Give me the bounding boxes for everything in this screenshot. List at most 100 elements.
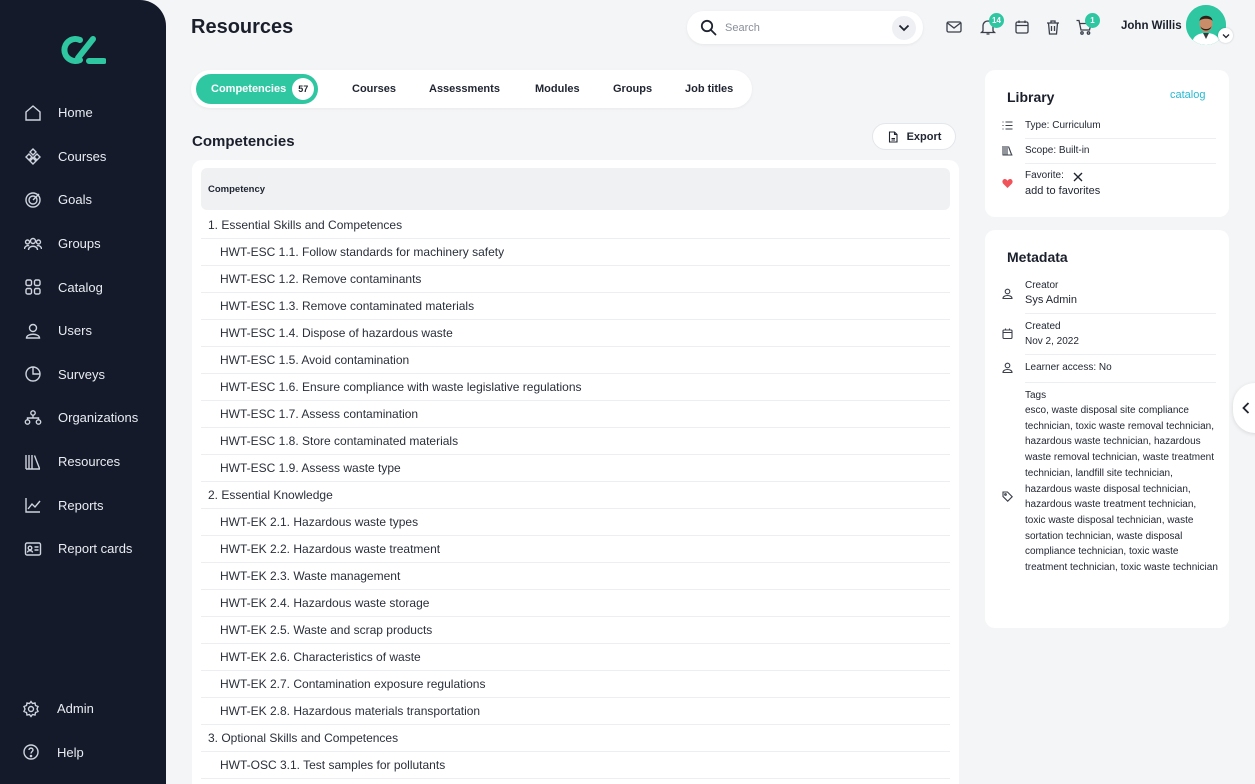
sidebar-item-surveys[interactable]: Surveys (0, 353, 166, 397)
table-row[interactable]: HWT-EK 2.1. Hazardous waste types (201, 509, 950, 536)
table-row[interactable]: HWT-ESC 1.8. Store contaminated material… (201, 428, 950, 455)
cart-badge: 1 (1085, 13, 1100, 28)
sidebar-item-courses[interactable]: Courses (0, 135, 166, 179)
table-row[interactable]: HWT-ESC 1.5. Avoid contamination (201, 347, 950, 374)
tab-label: Courses (352, 83, 397, 95)
library-type-row: Type: Curriculum (1002, 118, 1216, 138)
sidebar-item-label: Courses (58, 148, 107, 164)
sidebar-item-goals[interactable]: Goals (0, 178, 166, 222)
home-icon (25, 104, 41, 121)
sidebar-item-label: Admin (57, 701, 94, 717)
sidebar-item-label: Home (58, 105, 93, 121)
table-row[interactable]: HWT-EK 2.3. Waste management (201, 563, 950, 590)
mail-icon[interactable] (945, 18, 963, 36)
users-icon (25, 323, 41, 339)
table-row[interactable]: HWT-ESC 1.6. Ensure compliance with wast… (201, 374, 950, 401)
sidebar-item-resources[interactable]: Resources (0, 440, 166, 484)
trash-icon[interactable] (1044, 18, 1062, 36)
heart-icon (1002, 178, 1013, 188)
divider (1025, 138, 1216, 139)
competencies-table: Competency 1. Essential Skills and Compe… (192, 160, 959, 784)
table-group-row[interactable]: 1. Essential Skills and Competences (201, 212, 950, 239)
favorite-label: Favorite: (1025, 170, 1064, 181)
sidebar-item-home[interactable]: Home (0, 91, 166, 135)
surveys-icon (25, 366, 41, 383)
sidebar-item-admin[interactable]: Admin (0, 687, 166, 731)
sidebar-item-label: Goals (58, 192, 92, 208)
user-name[interactable]: John Willis (1121, 20, 1182, 32)
learner-access: Learner access: No (1025, 362, 1112, 373)
tag-icon (1002, 491, 1013, 502)
sidebar-item-label: Reports (58, 497, 104, 513)
metadata-card: Metadata Creator Sys Admin Created Nov 2… (985, 230, 1229, 628)
search-bar[interactable] (687, 11, 923, 44)
tags-list: esco, waste disposal site compliance tec… (1025, 405, 1218, 574)
groups-icon (24, 237, 42, 250)
collapse-panel-button[interactable] (1233, 383, 1255, 433)
table-row[interactable]: HWT-EK 2.2. Hazardous waste treatment (201, 536, 950, 563)
table-group-row[interactable]: 3. Optional Skills and Competences (201, 725, 950, 752)
library-favorite-row: Favorite: add to favorites (1002, 168, 1216, 204)
sidebar-item-organizations[interactable]: Organizations (0, 396, 166, 440)
table-row[interactable]: HWT-ESC 1.7. Assess contamination (201, 401, 950, 428)
table-row[interactable]: HWT-ESC 1.4. Dispose of hazardous waste (201, 320, 950, 347)
list-icon (1002, 121, 1013, 130)
tab-label: Competencies (211, 83, 287, 95)
sidebar-item-report-cards[interactable]: Report cards (0, 527, 166, 571)
tab-label: Groups (613, 83, 653, 95)
table-row[interactable]: HWT-EK 2.7. Contamination exposure regul… (201, 671, 950, 698)
gear-icon (23, 700, 39, 718)
calendar-icon[interactable] (1013, 18, 1031, 36)
table-row[interactable]: HWT-ESC 1.1. Follow standards for machin… (201, 239, 950, 266)
resources-icon (25, 454, 41, 470)
table-row[interactable]: HWT-ESC 1.3. Remove contaminated materia… (201, 293, 950, 320)
creator-link[interactable]: Sys Admin (1025, 293, 1077, 309)
table-row[interactable]: HWT-EK 2.5. Waste and scrap products (201, 617, 950, 644)
tab-assessments[interactable]: Assessments (429, 74, 500, 104)
sidebar-item-label: Organizations (58, 410, 139, 426)
sidebar-item-label: Users (58, 323, 92, 339)
sidebar-item-catalog[interactable]: Catalog (0, 265, 166, 309)
app-logo[interactable] (60, 34, 106, 66)
sidebar-item-users[interactable]: Users (0, 309, 166, 353)
column-header-competency[interactable]: Competency (201, 168, 950, 210)
sidebar-item-reports[interactable]: Reports (0, 483, 166, 527)
search-icon (700, 19, 717, 36)
chevron-down-icon (898, 24, 910, 32)
catalog-icon (25, 279, 41, 295)
table-row[interactable]: HWT-EK 2.4. Hazardous waste storage (201, 590, 950, 617)
sidebar-item-help[interactable]: Help (0, 731, 166, 775)
table-row[interactable]: HWT-EK 2.6. Characteristics of waste (201, 644, 950, 671)
library-title: Library (1007, 89, 1055, 105)
tab-groups[interactable]: Groups (613, 74, 652, 104)
tab-count-badge: 57 (292, 78, 315, 100)
user-icon (1002, 288, 1013, 299)
reports-icon (25, 498, 41, 513)
tab-courses[interactable]: Courses (352, 74, 396, 104)
export-label: Export (906, 130, 942, 143)
sidebar-bottom-nav: Admin Help (0, 687, 166, 774)
table-row[interactable]: HWT-OSC 3.1. Test samples for pollutants (201, 752, 950, 779)
export-button[interactable]: Export (872, 123, 956, 150)
table-row[interactable]: HWT-ESC 1.2. Remove contaminants (201, 266, 950, 293)
page-title: Resources (191, 16, 294, 38)
report-cards-icon (24, 542, 42, 556)
add-to-favorites-link[interactable]: add to favorites (1025, 184, 1100, 200)
resource-tabs: Competencies 57 Courses Assessments Modu… (191, 70, 752, 108)
organizations-icon (24, 410, 42, 425)
catalog-link[interactable]: catalog (1170, 89, 1205, 101)
close-icon[interactable] (1073, 172, 1083, 182)
tab-modules[interactable]: Modules (535, 74, 580, 104)
sidebar-item-groups[interactable]: Groups (0, 222, 166, 266)
search-input[interactable] (725, 21, 875, 34)
search-scope-dropdown[interactable] (892, 16, 916, 40)
user-menu-dropdown[interactable] (1218, 28, 1233, 43)
table-group-row[interactable]: 2. Essential Knowledge (201, 482, 950, 509)
tags-label: Tags (1025, 390, 1047, 401)
table-row[interactable]: HWT-EK 2.8. Hazardous materials transpor… (201, 698, 950, 725)
courses-icon (25, 148, 41, 166)
created-date: Nov 2, 2022 (1025, 336, 1079, 347)
table-row[interactable]: HWT-ESC 1.9. Assess waste type (201, 455, 950, 482)
tab-job-titles[interactable]: Job titles (685, 74, 733, 104)
tab-competencies[interactable]: Competencies 57 (196, 74, 319, 104)
